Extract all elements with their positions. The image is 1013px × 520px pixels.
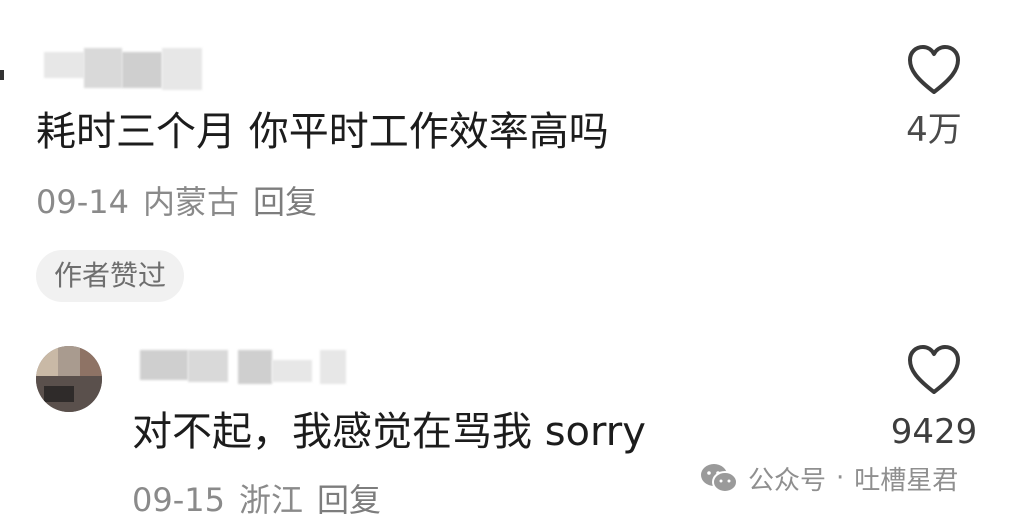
- heart-outline-icon[interactable]: [907, 44, 961, 96]
- username-redacted: [272, 360, 312, 382]
- comment-text: 耗时三个月 你平时工作效率高吗: [36, 109, 609, 155]
- comment-location: 浙江: [238, 481, 303, 519]
- username-redacted: [162, 48, 202, 90]
- watermark-source: 公众号: [748, 465, 827, 496]
- author-liked-badge: 作者赞过: [36, 250, 185, 302]
- comment-meta: 09-15 浙江 回复: [132, 480, 381, 520]
- comment-text: 对不起，我感觉在骂我 sorry: [132, 409, 646, 455]
- like-count: 9429: [890, 412, 978, 452]
- comment-item-1: 耗时三个月 你平时工作效率高吗 09-14 内蒙古 回复 作者赞过 4万: [0, 0, 1013, 320]
- heart-outline-icon[interactable]: [907, 344, 961, 396]
- comment-date: 09-14: [36, 183, 129, 221]
- username-redacted: [140, 350, 188, 380]
- username-redacted: [320, 350, 346, 384]
- comment-location: 内蒙古: [142, 183, 239, 221]
- username-redacted: [44, 52, 84, 78]
- wechat-icon: [701, 464, 738, 493]
- like-count: 4万: [906, 110, 962, 150]
- avatar[interactable]: [36, 346, 102, 412]
- username-redacted: [238, 350, 272, 384]
- reply-button[interactable]: 回复: [253, 183, 317, 221]
- username-redacted: [84, 48, 122, 88]
- watermark: 公众号 · 吐槽星君: [700, 458, 958, 498]
- watermark-separator: ·: [836, 463, 845, 493]
- watermark-account: 吐槽星君: [854, 465, 959, 496]
- reply-button[interactable]: 回复: [317, 481, 381, 519]
- comment-meta: 09-14 内蒙古 回复: [36, 182, 317, 222]
- username-redacted: [122, 52, 162, 88]
- like-control: 9429: [884, 344, 984, 452]
- comment-date: 09-15: [132, 481, 225, 519]
- like-control: 4万: [884, 44, 984, 150]
- username-redacted: [188, 350, 228, 382]
